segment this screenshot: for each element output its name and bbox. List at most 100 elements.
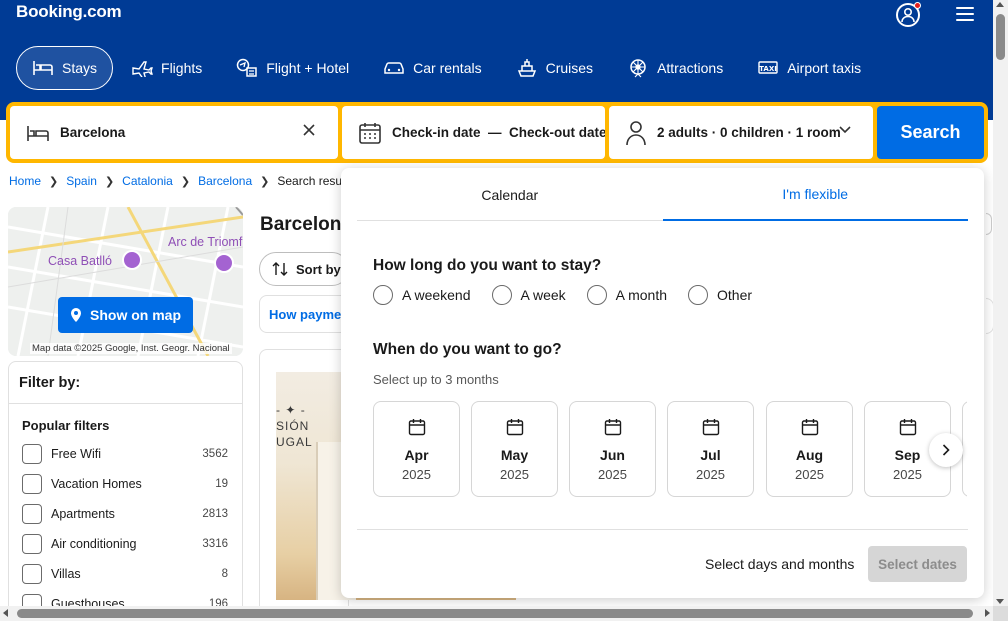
chevron-down-icon <box>839 126 851 134</box>
select-dates-button[interactable]: Select dates <box>868 546 967 582</box>
month-name: Jun <box>600 447 625 463</box>
scroll-thumb[interactable] <box>996 14 1005 60</box>
nav-flight-hotel[interactable]: Flight + Hotel <box>220 46 365 90</box>
carousel-next-button[interactable] <box>929 433 963 467</box>
radio-weekend[interactable]: A weekend <box>373 285 471 305</box>
guests-value: 2 adults · 0 children · 1 room <box>657 125 841 140</box>
month-card-aug[interactable]: Aug 2025 <box>766 401 853 497</box>
radio-button[interactable] <box>586 285 607 305</box>
vertical-scrollbar[interactable] <box>993 0 1008 606</box>
nav-label: Cruises <box>545 60 594 76</box>
month-card-apr[interactable]: Apr 2025 <box>373 401 460 497</box>
filter-free-wifi[interactable]: Free Wifi 3562 <box>22 444 228 464</box>
destination-value: Barcelona <box>60 125 126 140</box>
person-icon <box>626 120 646 145</box>
breadcrumb-spain[interactable]: Spain <box>66 174 97 188</box>
radio-month[interactable]: A month <box>586 285 668 305</box>
radio-label: A weekend <box>402 287 471 303</box>
nav-label: Stays <box>62 60 98 76</box>
radio-label: A month <box>615 287 668 303</box>
map-pin-icon <box>71 308 81 322</box>
filter-group-title: Popular filters <box>22 418 110 433</box>
svg-text:TAXI: TAXI <box>759 65 777 73</box>
checkbox[interactable] <box>22 534 42 554</box>
breadcrumb-catalonia[interactable]: Catalonia <box>122 174 173 188</box>
checkbox[interactable] <box>22 444 42 464</box>
month-card-jul[interactable]: Jul 2025 <box>667 401 754 497</box>
radio-label: A week <box>520 287 566 303</box>
nav-flights[interactable]: Flights <box>115 46 218 90</box>
month-card-may[interactable]: May 2025 <box>471 401 558 497</box>
checkbox[interactable] <box>22 564 42 584</box>
nav-label: Flights <box>161 60 203 76</box>
date-picker-tabs: Calendar I'm flexible <box>357 168 968 221</box>
scroll-down-icon[interactable] <box>996 599 1004 604</box>
nav-car-rentals[interactable]: Car rentals <box>367 46 497 90</box>
date-picker-popup: Calendar I'm flexible How long do you wa… <box>341 168 984 598</box>
sort-label: Sort by <box>296 261 341 277</box>
radio-week[interactable]: A week <box>491 285 566 305</box>
radio-other[interactable]: Other <box>688 285 752 305</box>
horizontal-scrollbar[interactable] <box>0 606 993 621</box>
sort-button[interactable]: Sort by <box>259 252 349 286</box>
filter-count: 19 <box>215 478 228 490</box>
scroll-left-icon[interactable] <box>3 609 8 617</box>
scroll-right-icon[interactable] <box>985 609 990 617</box>
filter-label: Free Wifi <box>51 447 101 461</box>
hamburger-menu-icon[interactable] <box>956 7 974 21</box>
bed-icon <box>33 61 53 75</box>
radio-button[interactable] <box>373 285 393 305</box>
nav-label: Attractions <box>657 60 724 76</box>
filter-villas[interactable]: Villas 8 <box>22 564 228 584</box>
filter-label: Villas <box>51 567 81 581</box>
checkbox[interactable] <box>22 474 42 494</box>
radio-button[interactable] <box>491 285 512 305</box>
filter-vacation-homes[interactable]: Vacation Homes 19 <box>22 474 228 494</box>
booking-logo[interactable]: Booking.com <box>16 2 122 22</box>
nav-airport-taxis[interactable]: TAXI Airport taxis <box>741 46 877 90</box>
month-year: 2025 <box>402 467 431 482</box>
stay-length-options: A weekend A week A month Other <box>373 285 773 305</box>
filter-label: Vacation Homes <box>51 477 142 491</box>
nav-stays[interactable]: Stays <box>16 46 114 90</box>
chevron-right-icon <box>942 444 950 456</box>
chevron-right-icon: ❯ <box>49 175 59 188</box>
scroll-thumb[interactable] <box>17 609 973 618</box>
month-year: 2025 <box>500 467 529 482</box>
account-icon[interactable] <box>896 2 921 27</box>
checkbox[interactable] <box>22 504 42 524</box>
destination-field[interactable]: Barcelona <box>10 106 338 159</box>
filter-apartments[interactable]: Apartments 2813 <box>22 504 228 524</box>
show-on-map-button[interactable]: Show on map <box>58 297 193 333</box>
filter-label: Air conditioning <box>51 537 137 551</box>
calendar-icon <box>604 419 621 436</box>
month-year: 2025 <box>893 467 922 482</box>
nav-label: Flight + Hotel <box>266 60 350 76</box>
filter-count: 2813 <box>202 508 228 520</box>
clear-icon[interactable] <box>302 123 316 137</box>
show-on-map-label: Show on map <box>90 307 181 323</box>
month-name: Aug <box>795 447 824 463</box>
nav-cruises[interactable]: Cruises <box>500 46 609 90</box>
dates-field[interactable]: Check-in date — Check-out date <box>342 106 605 159</box>
scroll-up-icon[interactable] <box>996 2 1004 7</box>
stay-length-question: How long do you want to stay? <box>373 257 602 274</box>
when-question: When do you want to go? <box>373 341 562 358</box>
tab-calendar[interactable]: Calendar <box>357 168 663 221</box>
nav-attractions[interactable]: Attractions <box>611 46 739 90</box>
breadcrumb-barcelona[interactable]: Barcelona <box>198 174 252 188</box>
filter-count: 8 <box>221 568 228 580</box>
page: Booking.com Stays Flights Flight + Hotel… <box>0 0 1008 621</box>
breadcrumb-home[interactable]: Home <box>9 174 41 188</box>
map-preview[interactable]: Casa Batlló Arc de Triomf Show on map Ma… <box>8 207 243 356</box>
tab-flexible[interactable]: I'm flexible <box>662 168 968 221</box>
calendar-icon <box>702 419 719 436</box>
month-card-jun[interactable]: Jun 2025 <box>569 401 656 497</box>
radio-button[interactable] <box>688 285 709 305</box>
plane-icon <box>132 61 153 77</box>
search-button[interactable]: Search <box>877 106 984 159</box>
guests-field[interactable]: 2 adults · 0 children · 1 room <box>609 106 873 159</box>
filter-air-conditioning[interactable]: Air conditioning 3316 <box>22 534 228 554</box>
payment-info-link[interactable]: How payment works <box>259 295 349 333</box>
toggle-edge <box>986 213 992 235</box>
